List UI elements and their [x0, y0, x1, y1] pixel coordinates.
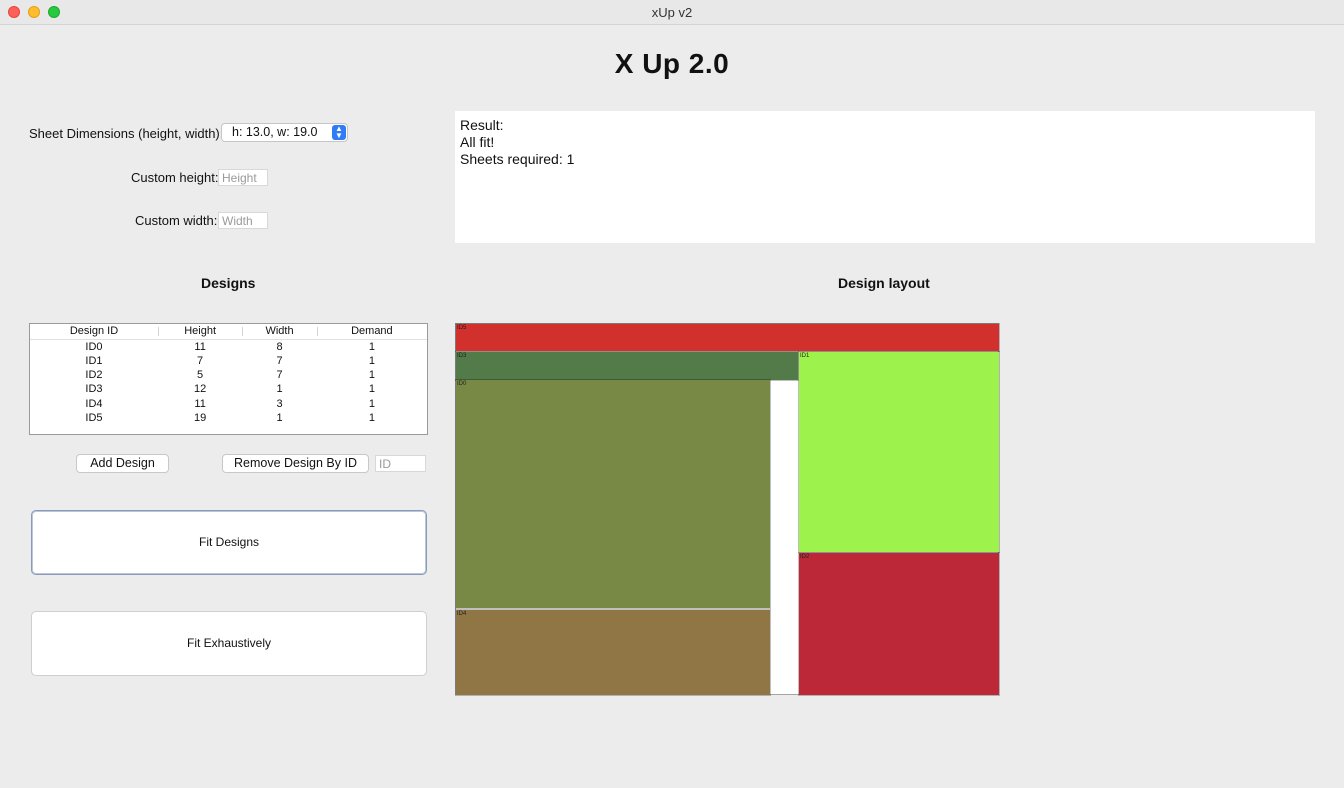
- piece-label: ID3: [457, 353, 467, 359]
- table-cell: 1: [368, 354, 375, 367]
- column-header[interactable]: Height: [157, 324, 243, 340]
- result-line: Sheets required: 1: [460, 151, 575, 167]
- table-cell: 1: [368, 368, 375, 381]
- table-cell: 19: [193, 411, 207, 424]
- table-cell: ID1: [85, 354, 103, 367]
- custom-width-label: Custom width:: [135, 213, 218, 228]
- table-row[interactable]: ID2 5 7 1: [30, 368, 427, 382]
- table-row[interactable]: ID3 12 1 1: [30, 382, 427, 396]
- remove-id-input[interactable]: [379, 457, 425, 471]
- table-cell: 1: [368, 340, 375, 353]
- layout-piece-id3: ID3: [455, 351, 799, 381]
- column-header[interactable]: Width: [242, 324, 317, 340]
- table-cell: ID3: [85, 383, 103, 396]
- table-cell: 1: [368, 411, 375, 424]
- design-layout-title: Design layout: [838, 275, 930, 291]
- table-cell: 1: [276, 411, 283, 424]
- sheet-dimensions-select[interactable]: h: 13.0, w: 19.0 ▲ ▼: [221, 123, 348, 142]
- layout-piece-id0: ID0: [455, 379, 771, 609]
- table-row[interactable]: ID5 19 1 1: [30, 411, 427, 425]
- app-title: X Up 2.0: [614, 48, 730, 79]
- design-layout-canvas: ID5 ID3 ID1 ID0 ID2 ID4: [455, 323, 1000, 696]
- table-row[interactable]: ID0 11 8 1: [30, 339, 427, 354]
- table-cell: 3: [276, 397, 283, 410]
- table-row[interactable]: ID1 7 7 1: [30, 354, 427, 368]
- layout-piece-id2: ID2: [798, 552, 1000, 696]
- title-bar: xUp v2: [0, 0, 1344, 25]
- piece-label: ID1: [800, 353, 810, 359]
- piece-label: ID4: [457, 611, 467, 617]
- custom-height-field[interactable]: [218, 169, 268, 186]
- window-title: xUp v2: [651, 5, 693, 20]
- table-cell: 11: [194, 340, 206, 353]
- table-cell: 1: [368, 383, 375, 396]
- piece-label: ID5: [457, 325, 467, 331]
- table-cell: ID4: [85, 397, 103, 410]
- column-header[interactable]: Design ID: [30, 324, 158, 340]
- table-header-row: Design ID Height Width Demand: [30, 324, 427, 340]
- custom-width-field[interactable]: [218, 212, 268, 229]
- fit-designs-button[interactable]: Fit Designs: [31, 510, 427, 575]
- fit-exhaustively-button[interactable]: Fit Exhaustively: [31, 611, 427, 676]
- table-cell: 1: [368, 397, 375, 410]
- sheet-dimensions-value: h: 13.0, w: 19.0: [232, 125, 318, 139]
- custom-height-label: Custom height:: [131, 170, 219, 185]
- table-row[interactable]: ID4 11 3 1: [30, 396, 427, 410]
- custom-height-input[interactable]: [222, 171, 267, 185]
- table-cell: 5: [197, 368, 204, 381]
- table-cell: ID5: [85, 411, 103, 424]
- result-text-area[interactable]: Result: All fit! Sheets required: 1: [455, 111, 1315, 243]
- table-cell: 11: [194, 397, 206, 410]
- designs-title: Designs: [201, 275, 256, 291]
- sheet-dimensions-label: Sheet Dimensions (height, width):: [29, 126, 224, 141]
- piece-label: ID0: [457, 381, 467, 387]
- table-cell: 7: [276, 354, 283, 367]
- layout-piece-id1: ID1: [798, 351, 1000, 553]
- table-cell: 12: [193, 383, 207, 396]
- table-cell: 1: [276, 383, 283, 396]
- column-header[interactable]: Demand: [316, 324, 427, 340]
- table-cell: ID2: [85, 368, 103, 381]
- remove-id-field[interactable]: [375, 455, 426, 472]
- table-cell: 8: [276, 340, 283, 353]
- add-design-button[interactable]: Add Design: [76, 454, 169, 473]
- layout-piece-id4: ID4: [455, 609, 771, 696]
- layout-piece-id5: ID5: [455, 323, 1000, 352]
- result-line: Result:: [460, 117, 504, 133]
- table-cell: 7: [276, 368, 283, 381]
- designs-table[interactable]: Design ID Height Width Demand ID0 11 8 1…: [29, 323, 428, 435]
- custom-width-input[interactable]: [222, 214, 267, 228]
- piece-label: ID2: [800, 554, 810, 560]
- table-cell: ID0: [85, 340, 103, 353]
- table-cell: 7: [197, 354, 204, 367]
- result-line: All fit!: [460, 134, 495, 150]
- chevron-updown-icon: ▲ ▼: [332, 125, 346, 140]
- remove-design-button[interactable]: Remove Design By ID: [222, 454, 369, 473]
